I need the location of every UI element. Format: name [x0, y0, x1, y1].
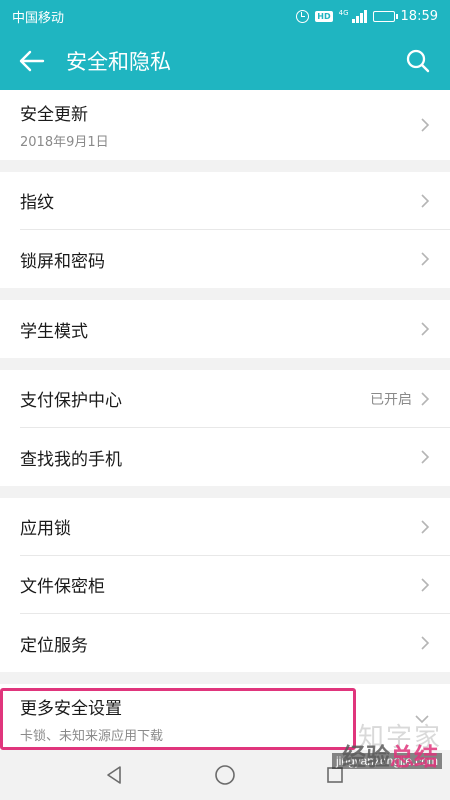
row-subtitle: 卡锁、未知来源应用下载	[20, 728, 164, 744]
chevron-right-icon	[421, 636, 430, 650]
alarm-icon	[296, 9, 310, 23]
chevron-right-icon	[421, 118, 430, 132]
row-file-safe[interactable]: 文件保密柜	[20, 556, 450, 614]
nav-recents-button[interactable]	[315, 755, 355, 795]
circle-home-icon	[215, 765, 235, 785]
row-title: 安全更新	[20, 105, 88, 125]
row-student-mode[interactable]: 学生模式	[20, 300, 450, 358]
row-title: 指纹	[20, 193, 54, 213]
app-bar: 安全和隐私	[0, 32, 450, 90]
settings-screen: 中国移动 HD 4G 18:59 安全和隐私 安全更新 2018年9月1日 指纹…	[0, 0, 450, 800]
row-title: 定位服务	[20, 635, 88, 656]
row-title: 查找我的手机	[20, 449, 122, 470]
search-button[interactable]	[390, 32, 446, 90]
carrier-name: 中国移动	[12, 10, 65, 26]
row-title: 学生模式	[20, 321, 88, 342]
row-lockscreen-password[interactable]: 锁屏和密码	[20, 230, 450, 288]
battery-icon	[372, 10, 398, 22]
chevron-right-icon	[421, 450, 430, 464]
row-find-my-phone[interactable]: 查找我的手机	[20, 428, 450, 486]
chevron-right-icon	[421, 577, 430, 592]
status-text: 已开启	[370, 391, 412, 408]
row-payment-protection[interactable]: 支付保护中心 已开启	[20, 370, 450, 428]
page-title: 安全和隐私	[66, 50, 171, 74]
chevron-right-icon	[421, 322, 430, 336]
row-title: 文件保密柜	[20, 577, 105, 597]
row-title: 支付保护中心	[20, 391, 122, 411]
group-fingerprint-lock: 指纹 锁屏和密码	[0, 172, 450, 288]
nav-home-button[interactable]	[205, 755, 245, 795]
row-more-security-settings[interactable]: 更多安全设置 卡锁、未知来源应用下载	[20, 684, 450, 754]
navigation-bar	[0, 750, 450, 800]
status-bar: 中国移动 HD 4G 18:59	[0, 0, 450, 32]
group-security-update: 安全更新 2018年9月1日	[0, 90, 450, 160]
nav-back-button[interactable]	[95, 755, 135, 795]
chevron-right-icon	[421, 252, 430, 266]
settings-list: 安全更新 2018年9月1日 指纹 锁屏和密码 学生模式 支付保护中心 已开启 …	[0, 90, 450, 754]
chevron-right-icon	[421, 519, 430, 534]
row-title: 锁屏和密码	[20, 251, 105, 272]
row-title: 应用锁	[20, 519, 71, 539]
clock: 18:59	[400, 8, 438, 24]
back-button[interactable]	[4, 32, 60, 90]
chevron-right-icon	[421, 391, 430, 406]
row-location-service[interactable]: 定位服务	[20, 614, 450, 672]
square-recents-icon	[327, 767, 343, 783]
group-student-mode: 学生模式	[0, 300, 450, 358]
group-apps-location: 应用锁 文件保密柜 定位服务	[0, 498, 450, 672]
row-title: 更多安全设置	[20, 698, 122, 719]
row-app-lock[interactable]: 应用锁	[20, 498, 450, 556]
hd-icon: HD	[315, 10, 333, 22]
triangle-back-icon	[107, 766, 121, 784]
row-security-update[interactable]: 安全更新 2018年9月1日	[20, 90, 450, 160]
row-fingerprint[interactable]: 指纹	[20, 172, 450, 230]
arrow-left-icon	[19, 50, 45, 72]
search-icon	[406, 49, 430, 73]
signal-icon	[351, 9, 367, 23]
status-icons: HD 4G 18:59	[296, 9, 438, 24]
row-subtitle: 2018年9月1日	[20, 135, 109, 150]
chevron-down-icon	[415, 714, 429, 723]
network-type: 4G	[338, 8, 349, 17]
group-more-settings: 更多安全设置 卡锁、未知来源应用下载	[0, 684, 450, 754]
group-payment-find: 支付保护中心 已开启 查找我的手机	[0, 370, 450, 486]
chevron-right-icon	[421, 193, 430, 208]
